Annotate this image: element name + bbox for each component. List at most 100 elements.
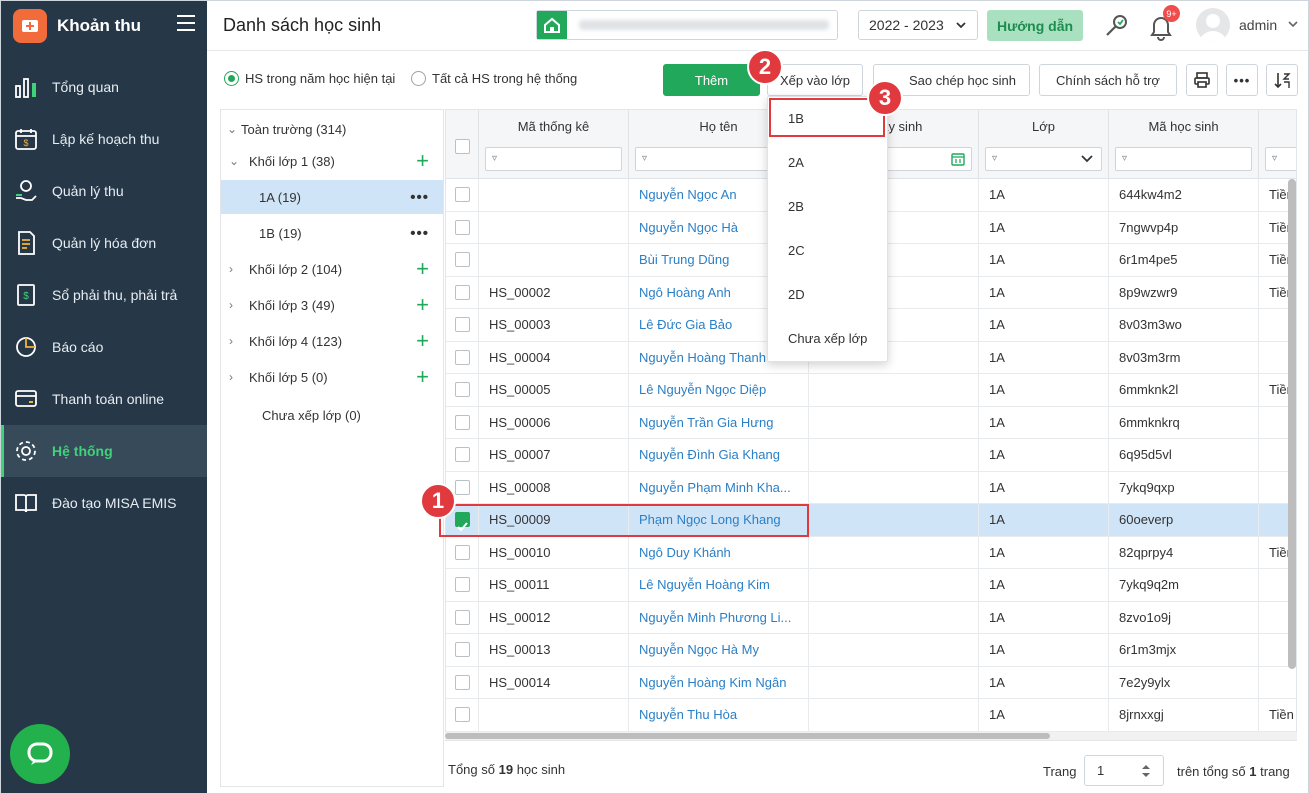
column-header[interactable]: H▿ (1259, 110, 1296, 179)
avatar[interactable] (1196, 8, 1230, 42)
more-icon[interactable]: ••• (410, 189, 429, 206)
column-filter-input[interactable]: ▿ (485, 147, 622, 171)
sidebar-item-1[interactable]: Tổng quan (1, 61, 207, 113)
column-filter-input[interactable]: ▿ (985, 147, 1102, 171)
vertical-scrollbar[interactable] (1288, 179, 1296, 669)
dropdown-option[interactable]: 2D (768, 273, 887, 317)
column-header[interactable]: Mã học sinh ▿ (1109, 110, 1259, 179)
dropdown-option[interactable]: Chưa xếp lớp (768, 317, 887, 361)
chevron-right-icon[interactable]: › (229, 298, 233, 312)
row-checkbox[interactable] (455, 382, 470, 397)
add-class-icon[interactable]: + (416, 330, 429, 352)
column-header[interactable]: Lớp ▿ (979, 110, 1109, 179)
table-row[interactable]: HS_00012 Nguyễn Minh Phương Li... 1A 8zvo1o… (446, 601, 1296, 634)
table-row[interactable]: HS_00008 Nguyễn Phạm Minh Kha... 1A 7ykq9qx… (446, 471, 1296, 504)
cell-name[interactable]: Nguyễn Thu Hòa (629, 699, 809, 731)
chevron-right-icon[interactable]: › (229, 334, 233, 348)
chevron-down-icon[interactable]: ⌄ (227, 122, 237, 136)
cell-name[interactable]: Ngô Duy Khánh (629, 536, 809, 569)
dropdown-option[interactable]: 2B (768, 185, 887, 229)
radio-current-year[interactable]: HS trong năm học hiện tại (224, 71, 395, 86)
sidebar-item-6[interactable]: Báo cáo (1, 321, 207, 373)
page-number-input[interactable]: 1 (1084, 755, 1164, 786)
tree-grade-node[interactable]: ⌄ Khối lớp 1 (38) + (221, 144, 443, 178)
cell-name[interactable]: Lê Nguyễn Ngọc Diệp (629, 374, 809, 406)
search-key-icon[interactable] (1103, 11, 1131, 39)
cell-name[interactable]: Nguyễn Minh Phương Li... (629, 601, 809, 634)
row-checkbox[interactable] (455, 447, 470, 462)
row-checkbox[interactable] (455, 707, 470, 722)
school-selector[interactable] (536, 10, 838, 40)
sidebar-item-8[interactable]: Hệ thống (1, 425, 207, 477)
tree-root[interactable]: ⌄ Toàn trường (314) (221, 112, 443, 146)
tree-grade-node[interactable]: › Khối lớp 4 (123) + (221, 324, 443, 358)
add-class-icon[interactable]: + (416, 366, 429, 388)
row-checkbox[interactable] (455, 577, 470, 592)
guide-button[interactable]: Hướng dẫn (987, 10, 1083, 41)
sidebar-item-5[interactable]: $ Sổ phải thu, phải trả (1, 269, 207, 321)
column-filter-input[interactable]: ▿ (1265, 147, 1296, 171)
column-header[interactable]: Mã thống kê ▿ (479, 110, 629, 179)
username[interactable]: admin (1239, 17, 1277, 33)
row-checkbox[interactable] (455, 284, 470, 300)
more-options-button[interactable]: ••• (1226, 64, 1258, 96)
sidebar-item-9[interactable]: Đào tạo MISA EMIS (1, 477, 207, 529)
menu-toggle-icon[interactable] (177, 15, 195, 31)
table-row[interactable]: HS_00010 Ngô Duy Khánh 1A 82qprpy4 Tiền (446, 536, 1296, 569)
dropdown-option[interactable]: 2C (768, 229, 887, 273)
print-button[interactable] (1186, 64, 1218, 96)
sidebar-item-7[interactable]: Thanh toán online (1, 373, 207, 425)
sort-button[interactable] (1266, 64, 1298, 96)
tree-class-node[interactable]: 1B (19) ••• (221, 216, 443, 250)
row-checkbox[interactable] (455, 544, 470, 560)
cell-name[interactable]: Nguyễn Đình Gia Khang (629, 439, 809, 471)
table-row[interactable]: HS_00014 Nguyễn Hoàng Kim Ngân 1A 7e2y9ylx (446, 666, 1296, 699)
dropdown-option[interactable]: 2A (768, 141, 887, 185)
add-class-icon[interactable]: + (416, 258, 429, 280)
chevron-down-icon[interactable]: ⌄ (229, 154, 239, 168)
row-checkbox[interactable] (455, 609, 470, 625)
school-year-select[interactable]: 2022 - 2023 (858, 10, 978, 40)
total-students: Tổng số 19 học sinh (448, 762, 566, 777)
table-row[interactable]: HS_00013 Nguyễn Ngọc Hà My 1A 6r1m3mjx (446, 634, 1296, 667)
row-checkbox[interactable] (455, 252, 470, 267)
tree-grade-node[interactable]: › Khối lớp 5 (0) + (221, 360, 443, 394)
tree-grade-node[interactable]: › Khối lớp 2 (104) + (221, 252, 443, 286)
table-row[interactable]: HS_00011 Lê Nguyễn Hoàng Kim 1A 7ykq9q2m (446, 569, 1296, 602)
cell-name[interactable]: Nguyễn Phạm Minh Kha... (629, 471, 809, 504)
chevron-right-icon[interactable]: › (229, 262, 233, 276)
table-row[interactable]: Nguyễn Thu Hòa 1A 8jrnxxgj Tiền (446, 699, 1296, 732)
row-checkbox[interactable] (455, 674, 470, 690)
table-row[interactable]: HS_00006 Nguyễn Trần Gia Hưng 1A 6mmknkrq (446, 406, 1296, 439)
row-checkbox[interactable] (455, 219, 470, 235)
column-filter-input[interactable]: ▿ (1115, 147, 1252, 171)
table-row[interactable]: HS_00007 Nguyễn Đình Gia Khang 1A 6q95d5vl (446, 439, 1296, 472)
cell-name[interactable]: Nguyễn Hoàng Kim Ngân (629, 666, 809, 699)
cell-name[interactable]: Lê Nguyễn Hoàng Kim (629, 569, 809, 601)
add-class-icon[interactable]: + (416, 294, 429, 316)
row-checkbox[interactable] (455, 414, 470, 430)
support-policy-button[interactable]: Chính sách hỗ trợ (1039, 64, 1177, 96)
table-row[interactable]: HS_00005 Lê Nguyễn Ngọc Diệp 1A 6mmknk2l Tiề… (446, 374, 1296, 407)
sidebar-item-3[interactable]: Quản lý thu (1, 165, 207, 217)
tree-unassigned-node[interactable]: Chưa xếp lớp (0) (221, 398, 443, 432)
add-button[interactable]: Thêm (663, 64, 760, 96)
select-all-checkbox[interactable] (455, 139, 470, 154)
radio-all-students[interactable]: Tất cả HS trong hệ thống (411, 71, 577, 86)
horizontal-scrollbar[interactable] (445, 732, 1297, 740)
sidebar-item-4[interactable]: Quản lý hóa đơn (1, 217, 207, 269)
row-checkbox[interactable] (455, 187, 470, 202)
more-icon[interactable]: ••• (410, 225, 429, 242)
tree-class-node[interactable]: 1A (19) ••• (221, 180, 443, 214)
tree-grade-node[interactable]: › Khối lớp 3 (49) + (221, 288, 443, 322)
row-checkbox[interactable] (455, 479, 470, 495)
add-class-icon[interactable]: + (416, 150, 429, 172)
cell-name[interactable]: Nguyễn Trần Gia Hưng (629, 406, 809, 439)
row-checkbox[interactable] (455, 642, 470, 657)
chevron-right-icon[interactable]: › (229, 370, 233, 384)
cell-name[interactable]: Nguyễn Ngọc Hà My (629, 634, 809, 666)
sidebar-item-2[interactable]: $ Lập kế hoạch thu (1, 113, 207, 165)
row-checkbox[interactable] (455, 317, 470, 332)
chat-support-button[interactable] (10, 724, 70, 784)
row-checkbox[interactable] (455, 349, 470, 365)
